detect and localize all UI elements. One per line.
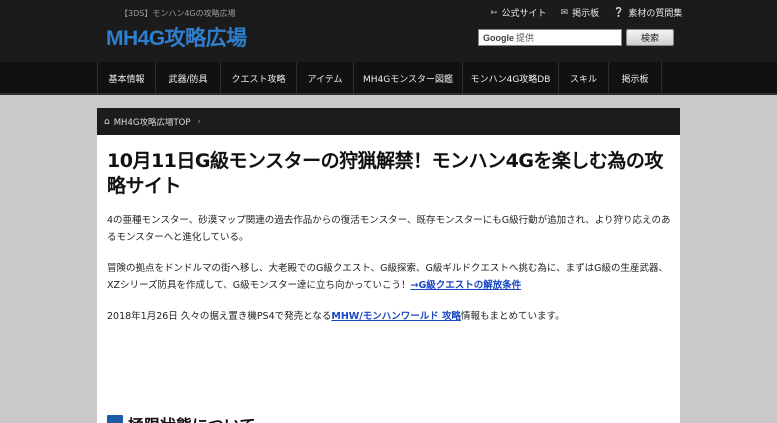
site-logo[interactable]: MH4G攻略広場 (106, 22, 247, 52)
nav-monster-encyclopedia[interactable]: MH4Gモンスター図鑑 (354, 62, 463, 95)
mhw-link[interactable]: MHW/モンハンワールド 攻略 (331, 311, 461, 322)
mhw-pre-text: 2018年1月26日 久々の据え置き機PS4で発売となる (107, 311, 332, 322)
share-icon: ➳ (490, 7, 498, 18)
material-faq-link[interactable]: ❔ 素材の質問集 (613, 6, 683, 20)
book-icon (107, 415, 123, 423)
search-button[interactable]: 検索 (626, 29, 674, 46)
chevron-right-icon: › (197, 116, 201, 127)
site-tagline: 【3DS】モンハン4Gの攻略広場 (120, 9, 236, 18)
section-heading-text: 極限状態について (128, 412, 256, 423)
nav-mh4g-db[interactable]: モンハン4G攻略DB (463, 62, 559, 95)
nav-quest-guide[interactable]: クエスト攻略 (221, 62, 297, 95)
nav-basic-info[interactable]: 基本情報 (98, 62, 156, 95)
g-rank-unlock-link[interactable]: →G級クエストの解放条件 (410, 280, 521, 291)
home-icon: ⌂ (104, 116, 110, 127)
intro-paragraph: 4の亜種モンスター、砂漠マップ関連の過去作品からの復活モンスター、既存モンスター… (107, 215, 671, 243)
google-brand: Google (483, 33, 514, 43)
mhw-post-text: 情報もまとめています。 (461, 311, 565, 322)
breadcrumb: ⌂ MH4G攻略広場TOP › (97, 108, 680, 135)
search-input[interactable]: Google 提供 (478, 29, 622, 46)
nav-bar: 基本情報 武器/防具 クエスト攻略 アイテム MH4Gモンスター図鑑 モンハン4G攻略DB… (97, 62, 680, 95)
nav-skills[interactable]: スキル (559, 62, 609, 95)
g-rank-paragraph: 冒険の拠点をドンドルマの街へ移し、大老殿でのG級クエスト、G級探索、G級ギルドク… (107, 260, 673, 294)
top-links: ➳ 公式サイト ✉ 掲示板 ❔ 素材の質問集 (490, 6, 683, 20)
main-nav: 基本情報 武器/防具 クエスト攻略 アイテム MH4Gモンスター図鑑 モンハン4G攻略DB… (0, 62, 777, 95)
g-rank-text: 冒険の拠点をドンドルマの街へ移し、大老殿でのG級クエスト、G級探索、G級ギルドク… (107, 263, 668, 291)
site-header: 【3DS】モンハン4Gの攻略広場 MH4G攻略広場 ➳ 公式サイト ✉ 掲示板 … (0, 0, 777, 62)
question-icon: ❔ (613, 7, 625, 18)
bbs-link[interactable]: ✉ 掲示板 (560, 6, 600, 20)
main-content: ⌂ MH4G攻略広場TOP › 10月11日G級モンスターの狩猟解禁！モンハン4… (97, 108, 680, 423)
page-title: 10月11日G級モンスターの狩猟解禁！モンハン4Gを楽しむ為の攻略サイト (107, 150, 663, 197)
bbs-label: 掲示板 (572, 9, 600, 19)
breadcrumb-top-link[interactable]: MH4G攻略広場TOP (114, 116, 191, 128)
official-site-label: 公式サイト (501, 9, 547, 19)
mhw-paragraph: 2018年1月26日 久々の据え置き機PS4で発売となるMHW/モンハンワールド… (107, 308, 673, 325)
material-faq-label: 素材の質問集 (628, 9, 683, 19)
section-heading: 極限状態について (107, 412, 256, 423)
nav-items[interactable]: アイテム (297, 62, 354, 95)
nav-bbs[interactable]: 掲示板 (609, 62, 662, 95)
nav-weapons-armor[interactable]: 武器/防具 (156, 62, 221, 95)
google-sub: 提供 (516, 33, 535, 43)
chat-icon: ✉ (560, 7, 569, 18)
official-site-link[interactable]: ➳ 公式サイト (490, 6, 547, 20)
google-label: Google 提供 (483, 31, 534, 44)
